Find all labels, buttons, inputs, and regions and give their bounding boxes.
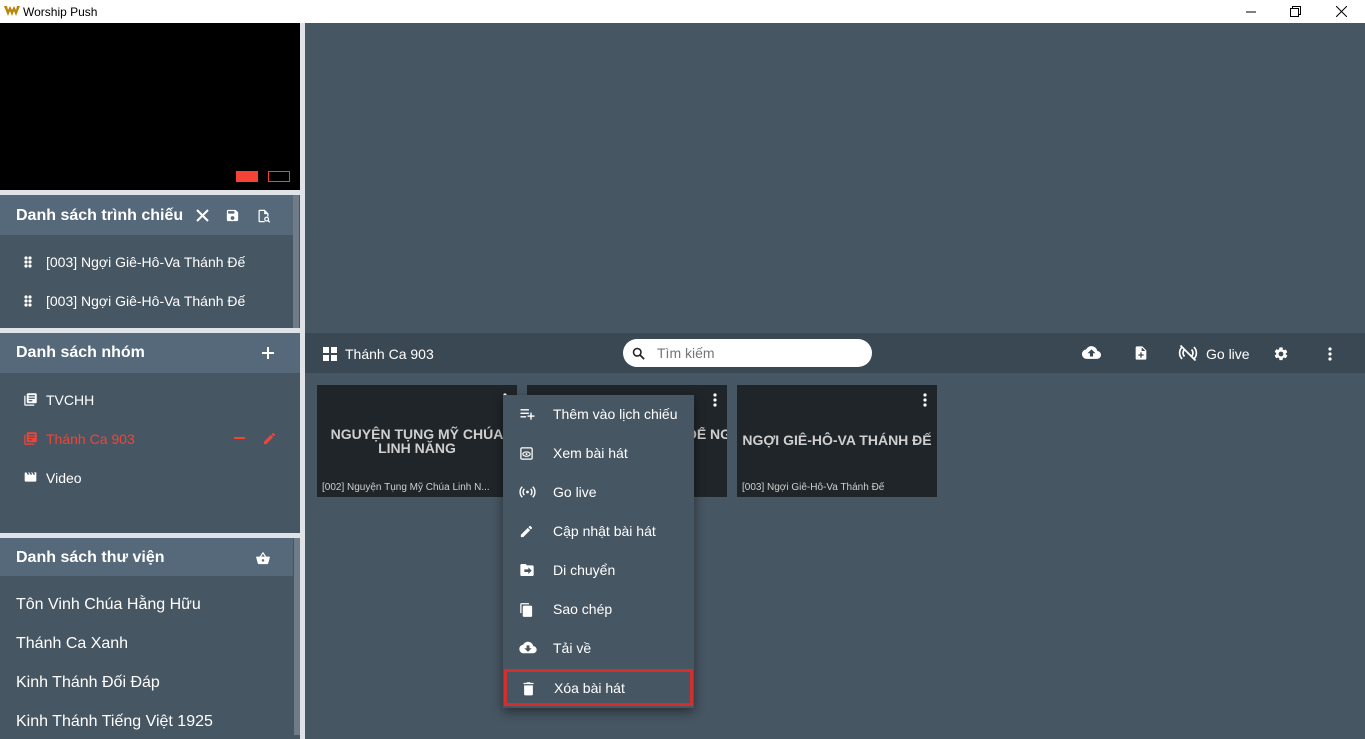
edit-group-button[interactable]	[262, 431, 277, 446]
playlist-item[interactable]: [003] Ngợi Giê-Hô-Va Thánh Đế	[0, 282, 293, 321]
search-box[interactable]: Tìm kiếm	[623, 339, 872, 367]
library-title: Danh sách thư viện	[16, 549, 165, 566]
menu-item-add-to-schedule[interactable]: Thêm vào lịch chiếu	[503, 395, 694, 434]
song-card[interactable]: NGỢI GIÊ-HÔ-VA THÁNH ĐẾ [003] Ngợi Giê-H…	[737, 385, 937, 497]
playlist-scrollbar[interactable]	[293, 195, 299, 328]
card-more-icon[interactable]	[923, 393, 927, 407]
close-window-button[interactable]	[1318, 0, 1364, 23]
menu-item-label: Tải về	[553, 640, 592, 656]
clear-playlist-button[interactable]	[196, 209, 209, 222]
playlist-item-label: [003] Ngợi Giê-Hô-Va Thánh Đế	[46, 254, 246, 270]
menu-item-go-live[interactable]: Go live	[503, 473, 694, 512]
preview-mode-outline-button[interactable]	[268, 171, 290, 182]
preview-mode-fill-button[interactable]	[236, 171, 258, 182]
group-item-tvchh[interactable]: TVCHH	[0, 380, 293, 419]
edit-icon	[519, 524, 534, 539]
menu-item-copy[interactable]: Sao chép	[503, 590, 694, 629]
grid-view-icon[interactable]	[323, 347, 337, 361]
search-input[interactable]: Tìm kiếm	[657, 345, 715, 361]
category-title: Thánh Ca 903	[345, 346, 434, 362]
song-card-title: NGUYỆN TỤNG MỸ CHÚA	[330, 426, 504, 442]
menu-item-view-song[interactable]: Xem bài hát	[503, 434, 694, 473]
groups-header: Danh sách nhóm	[0, 333, 300, 373]
library-header: Danh sách thư viện	[0, 538, 293, 576]
group-item-thanh-ca-903[interactable]: Thánh Ca 903	[0, 419, 293, 458]
title-bar: Worship Push	[0, 0, 1365, 23]
library-item[interactable]: Thánh Ca Xanh	[16, 635, 128, 653]
menu-item-label: Go live	[553, 484, 597, 500]
menu-item-delete-song[interactable]: Xóa bài hát	[504, 669, 693, 706]
go-live-off-icon[interactable]	[1177, 343, 1199, 363]
cloud-upload-button[interactable]	[1082, 345, 1101, 360]
menu-item-label: Di chuyển	[553, 562, 616, 578]
groups-title: Danh sách nhóm	[16, 344, 145, 361]
menu-item-label: Xem bài hát	[553, 445, 628, 461]
song-card-title: NGỢI GIÊ-HÔ-VA THÁNH ĐẾ	[742, 432, 932, 448]
menu-item-label: Sao chép	[553, 601, 613, 617]
drag-handle-icon[interactable]	[23, 255, 33, 269]
song-card-caption: [002] Nguyện Tụng Mỹ Chúa Linh N...	[322, 482, 490, 493]
broadcast-icon	[519, 485, 536, 499]
library-books-icon	[23, 431, 38, 446]
menu-item-label: Thêm vào lịch chiếu	[553, 406, 678, 422]
song-context-menu: Thêm vào lịch chiếu Xem bài hát Go live …	[503, 395, 694, 708]
live-preview	[0, 23, 300, 190]
restore-button[interactable]	[1272, 0, 1318, 23]
song-card[interactable]: NGUYỆN TỤNG MỸ CHÚA LINH NĂNG [002] Nguy…	[317, 385, 517, 497]
menu-item-move[interactable]: Di chuyển	[503, 551, 694, 590]
menu-item-download[interactable]: Tải về	[503, 629, 694, 668]
settings-gear-icon[interactable]	[1273, 346, 1289, 362]
menu-item-label: Xóa bài hát	[554, 680, 625, 696]
playlist-title: Danh sách trình chiếu	[16, 207, 184, 224]
group-item-video[interactable]: Video	[0, 458, 293, 497]
copy-icon	[519, 602, 534, 618]
groups-panel: Danh sách nhóm TVCHH Thánh Ca 903 Video	[0, 333, 300, 533]
more-vert-icon[interactable]	[1328, 347, 1332, 361]
minimize-button[interactable]	[1228, 0, 1274, 23]
group-item-label: Thánh Ca 903	[46, 431, 135, 447]
playlist-add-icon	[519, 407, 536, 421]
basket-icon[interactable]	[255, 551, 271, 566]
card-more-icon[interactable]	[713, 393, 717, 407]
playlist-item-label: [003] Ngợi Giê-Hô-Va Thánh Đế	[46, 293, 246, 309]
library-item[interactable]: Kinh Thánh Tiếng Việt 1925	[16, 713, 213, 731]
open-playlist-button[interactable]	[256, 208, 271, 224]
library-books-icon	[23, 392, 38, 407]
group-item-label: Video	[46, 470, 82, 486]
add-group-button[interactable]	[262, 347, 274, 359]
save-playlist-button[interactable]	[225, 208, 240, 223]
search-icon	[631, 346, 646, 361]
playlist-panel: Danh sách trình chiếu [003] Ngợi Giê-Hô-…	[0, 195, 300, 328]
trash-icon	[522, 681, 535, 696]
song-card-caption: [003] Ngợi Giê-Hô-Va Thánh Đế	[742, 482, 885, 493]
cloud-download-icon	[519, 641, 537, 654]
library-panel: Danh sách thư viện Tôn Vinh Chúa Hằng Hữ…	[0, 538, 300, 739]
library-scrollbar[interactable]	[294, 538, 300, 735]
main-stage	[305, 23, 1365, 333]
playlist-item[interactable]: [003] Ngợi Giê-Hô-Va Thánh Đế	[0, 243, 293, 282]
import-file-button[interactable]	[1133, 345, 1149, 361]
drag-handle-icon[interactable]	[23, 294, 33, 308]
move-folder-icon	[519, 563, 535, 577]
song-card-title-line2: LINH NĂNG	[378, 440, 456, 456]
menu-item-update-song[interactable]: Cập nhật bài hát	[503, 512, 694, 551]
preview-icon	[519, 446, 534, 461]
remove-group-button[interactable]	[234, 437, 245, 440]
window-title: Worship Push	[23, 5, 98, 19]
app-logo-icon	[4, 5, 20, 17]
library-item[interactable]: Kinh Thánh Đối Đáp	[16, 674, 160, 692]
go-live-button[interactable]: Go live	[1206, 346, 1250, 362]
library-item[interactable]: Tôn Vinh Chúa Hằng Hữu	[16, 596, 201, 614]
group-item-label: TVCHH	[46, 392, 95, 408]
movie-icon	[23, 470, 38, 484]
playlist-header: Danh sách trình chiếu	[0, 195, 293, 235]
menu-item-label: Cập nhật bài hát	[553, 523, 656, 539]
